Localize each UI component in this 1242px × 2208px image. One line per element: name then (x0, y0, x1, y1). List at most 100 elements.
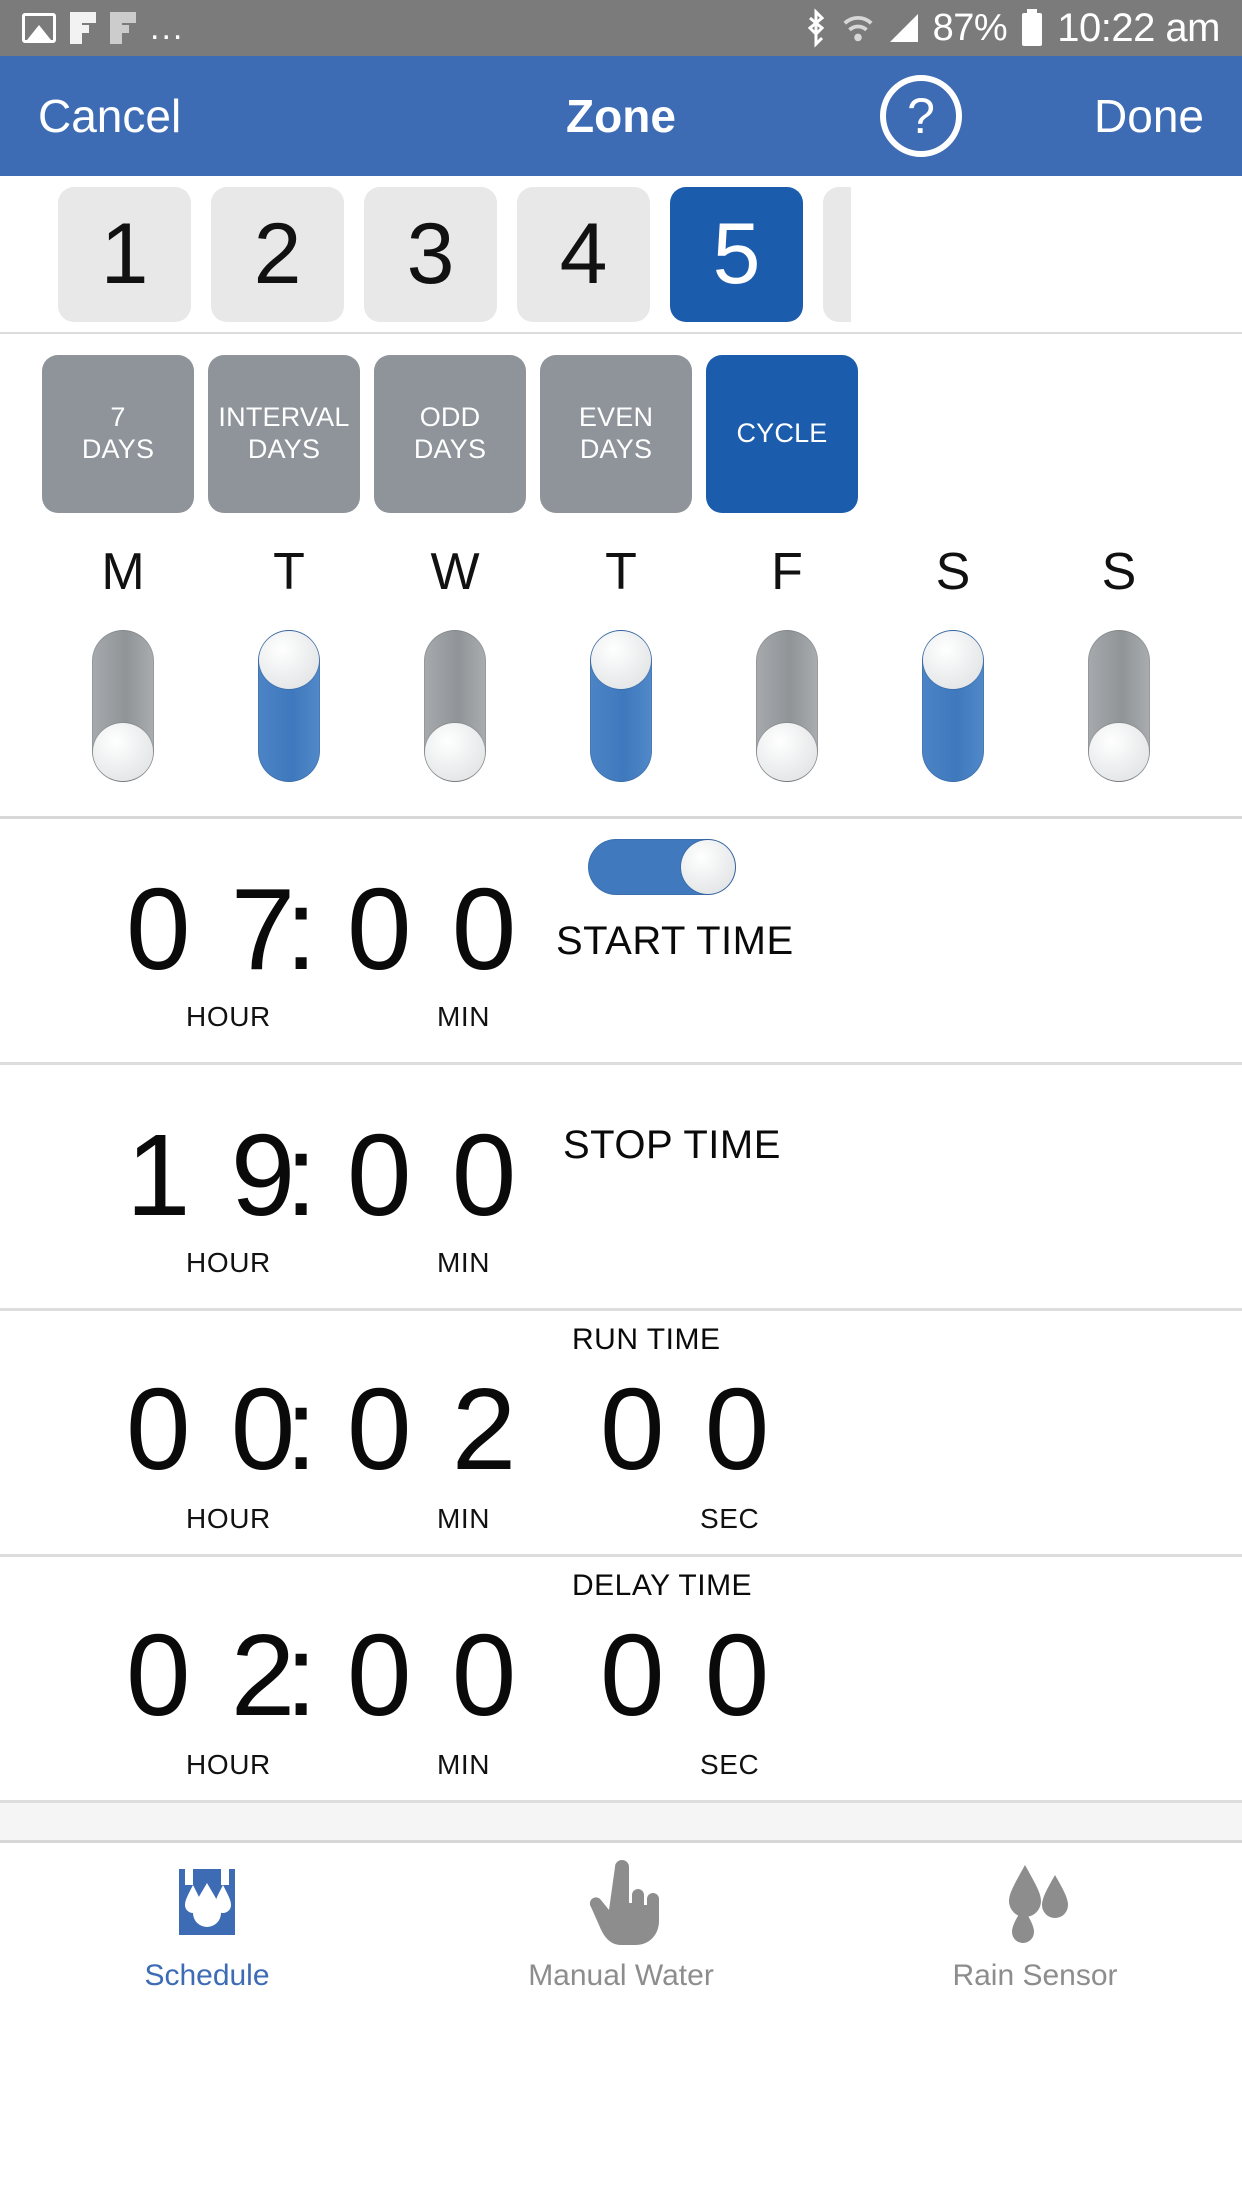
day-toggle-friday[interactable] (756, 630, 818, 782)
cell-signal-icon (887, 11, 921, 45)
stop-time-min-value[interactable]: 0 0 (347, 1117, 520, 1233)
done-button[interactable]: Done (1094, 89, 1204, 143)
start-time-toggle[interactable] (588, 839, 736, 895)
zone-button-5[interactable]: 5 (670, 186, 803, 322)
toggle-knob (923, 631, 983, 689)
day-toggles-row (0, 608, 1242, 816)
page-title: Zone (566, 90, 676, 142)
day-letter-friday: F (771, 543, 803, 601)
bluetooth-icon (803, 8, 829, 48)
delay-time-separator: : (285, 1610, 322, 1740)
stop-time-digits: 1 9 : 0 0 HOUR MIN STOP TIME (0, 1065, 1242, 1308)
day-toggle-saturday[interactable] (922, 630, 984, 782)
toggle-knob (1089, 723, 1149, 781)
start-time-digits: 0 7 : 0 0 HOUR MIN START TIME (0, 819, 1242, 1062)
bottom-tab-bar: Schedule Manual Water Rain Sensor (0, 1843, 1242, 2003)
photo-icon (22, 13, 56, 43)
zone-button-next-partial[interactable] (823, 186, 851, 322)
mode-label: 7 DAYS (81, 402, 155, 464)
status-bar-right: 87% 10:22 am (803, 6, 1220, 51)
toggle-knob (93, 723, 153, 781)
mode-label: ODD DAYS (413, 402, 487, 464)
tab-rain-sensor[interactable]: Rain Sensor (828, 1857, 1242, 1993)
stop-time-separator: : (285, 1110, 322, 1240)
battery-icon (1019, 8, 1045, 48)
stop-time-row: 1 9 : 0 0 HOUR MIN STOP TIME (0, 1065, 1242, 1311)
navigation-bar: Cancel Zone ? Done (0, 56, 1242, 176)
mode-button-odd-days[interactable]: ODD DAYS (374, 355, 526, 513)
start-time-hour-caption: HOUR (186, 1001, 271, 1032)
day-letter-sunday: S (1101, 543, 1137, 601)
mode-button-cycle[interactable]: CYCLE (706, 355, 858, 513)
status-bar: ... 87% 10:22 am (0, 0, 1242, 56)
toggle-knob (681, 840, 735, 894)
day-letter-monday: M (101, 543, 145, 601)
zone-button-3[interactable]: 3 (364, 186, 497, 322)
start-time-min-value[interactable]: 0 0 (347, 871, 520, 987)
question-mark-icon: ? (880, 75, 962, 157)
zone-button-1[interactable]: 1 (58, 186, 191, 322)
overflow-dots-icon: ... (150, 9, 185, 47)
day-toggle-sunday[interactable] (1088, 630, 1150, 782)
day-letter-saturday: S (935, 543, 971, 601)
delay-time-title: DELAY TIME (572, 1569, 753, 1602)
run-time-min-caption: MIN (437, 1503, 491, 1534)
tab-label-schedule: Schedule (144, 1959, 270, 1992)
delay-time-sec-value[interactable]: 0 0 (600, 1617, 773, 1733)
run-time-sec-caption: SEC (700, 1503, 760, 1534)
day-letters-row: M T W T F S S (0, 536, 1242, 608)
f-icon-dim (110, 12, 136, 44)
day-of-week-section: M T W T F S S (0, 534, 1242, 819)
battery-percent-label: 87% (932, 6, 1008, 49)
day-toggle-wednesday[interactable] (424, 630, 486, 782)
start-time-label: START TIME (556, 919, 794, 963)
mode-button-7-days[interactable]: 7 DAYS (42, 355, 194, 513)
delay-time-row: DELAY TIME 0 2 : 0 0 0 0 HOUR MIN SEC (0, 1557, 1242, 1803)
pointing-hand-icon (575, 1857, 667, 1949)
start-time-min-caption: MIN (437, 1001, 491, 1032)
delay-time-sec-caption: SEC (700, 1749, 760, 1780)
day-toggle-monday[interactable] (92, 630, 154, 782)
delay-time-hour-value[interactable]: 0 2 (126, 1617, 299, 1733)
toggle-knob (757, 723, 817, 781)
run-time-hour-value[interactable]: 0 0 (126, 1371, 299, 1487)
run-time-digits: RUN TIME 0 0 : 0 2 0 0 HOUR MIN SEC (0, 1311, 1242, 1554)
zone-button-2[interactable]: 2 (211, 186, 344, 322)
clock-label: 10:22 am (1057, 5, 1220, 50)
run-time-min-value[interactable]: 0 2 (347, 1371, 520, 1487)
tab-schedule[interactable]: Schedule (0, 1857, 414, 1993)
stop-time-hour-value[interactable]: 1 9 (126, 1117, 299, 1233)
zone-selector[interactable]: 1 2 3 4 5 (0, 176, 1242, 334)
run-time-sec-value[interactable]: 0 0 (600, 1371, 773, 1487)
tab-manual-water[interactable]: Manual Water (414, 1857, 828, 1993)
mode-button-interval-days[interactable]: INTERVAL DAYS (208, 355, 360, 513)
f-icon (70, 12, 96, 44)
day-toggle-tuesday[interactable] (258, 630, 320, 782)
delay-time-hour-caption: HOUR (186, 1749, 271, 1780)
toggle-knob (591, 631, 651, 689)
tab-label-manual-water: Manual Water (528, 1959, 714, 1992)
schedule-mode-selector[interactable]: 7 DAYS INTERVAL DAYS ODD DAYS EVEN DAYS … (0, 334, 1242, 534)
day-letter-wednesday: W (430, 543, 480, 601)
delay-time-min-value[interactable]: 0 0 (347, 1617, 520, 1733)
tab-label-rain-sensor: Rain Sensor (952, 1959, 1118, 1992)
run-time-row: RUN TIME 0 0 : 0 2 0 0 HOUR MIN SEC (0, 1311, 1242, 1557)
mode-label: EVEN DAYS (578, 402, 654, 464)
delay-time-min-caption: MIN (437, 1749, 491, 1780)
mode-button-even-days[interactable]: EVEN DAYS (540, 355, 692, 513)
raindrops-icon (989, 1857, 1081, 1949)
help-button[interactable]: ? (880, 75, 962, 157)
day-letter-thursday: T (605, 543, 637, 601)
delay-time-digits: DELAY TIME 0 2 : 0 0 0 0 HOUR MIN SEC (0, 1557, 1242, 1800)
toggle-knob (425, 723, 485, 781)
zone-button-4[interactable]: 4 (517, 186, 650, 322)
schedule-water-drops-icon (161, 1857, 253, 1949)
wifi-icon (841, 13, 875, 43)
start-time-row: 0 7 : 0 0 HOUR MIN START TIME (0, 819, 1242, 1065)
app-root: ... 87% 10:22 am Cancel Zone ? Done 1 2 … (0, 0, 1242, 2208)
start-time-hour-value[interactable]: 0 7 (126, 871, 299, 987)
day-toggle-thursday[interactable] (590, 630, 652, 782)
stop-time-label: STOP TIME (563, 1123, 781, 1167)
status-bar-left: ... (22, 9, 185, 47)
mode-label: CYCLE (736, 418, 828, 449)
